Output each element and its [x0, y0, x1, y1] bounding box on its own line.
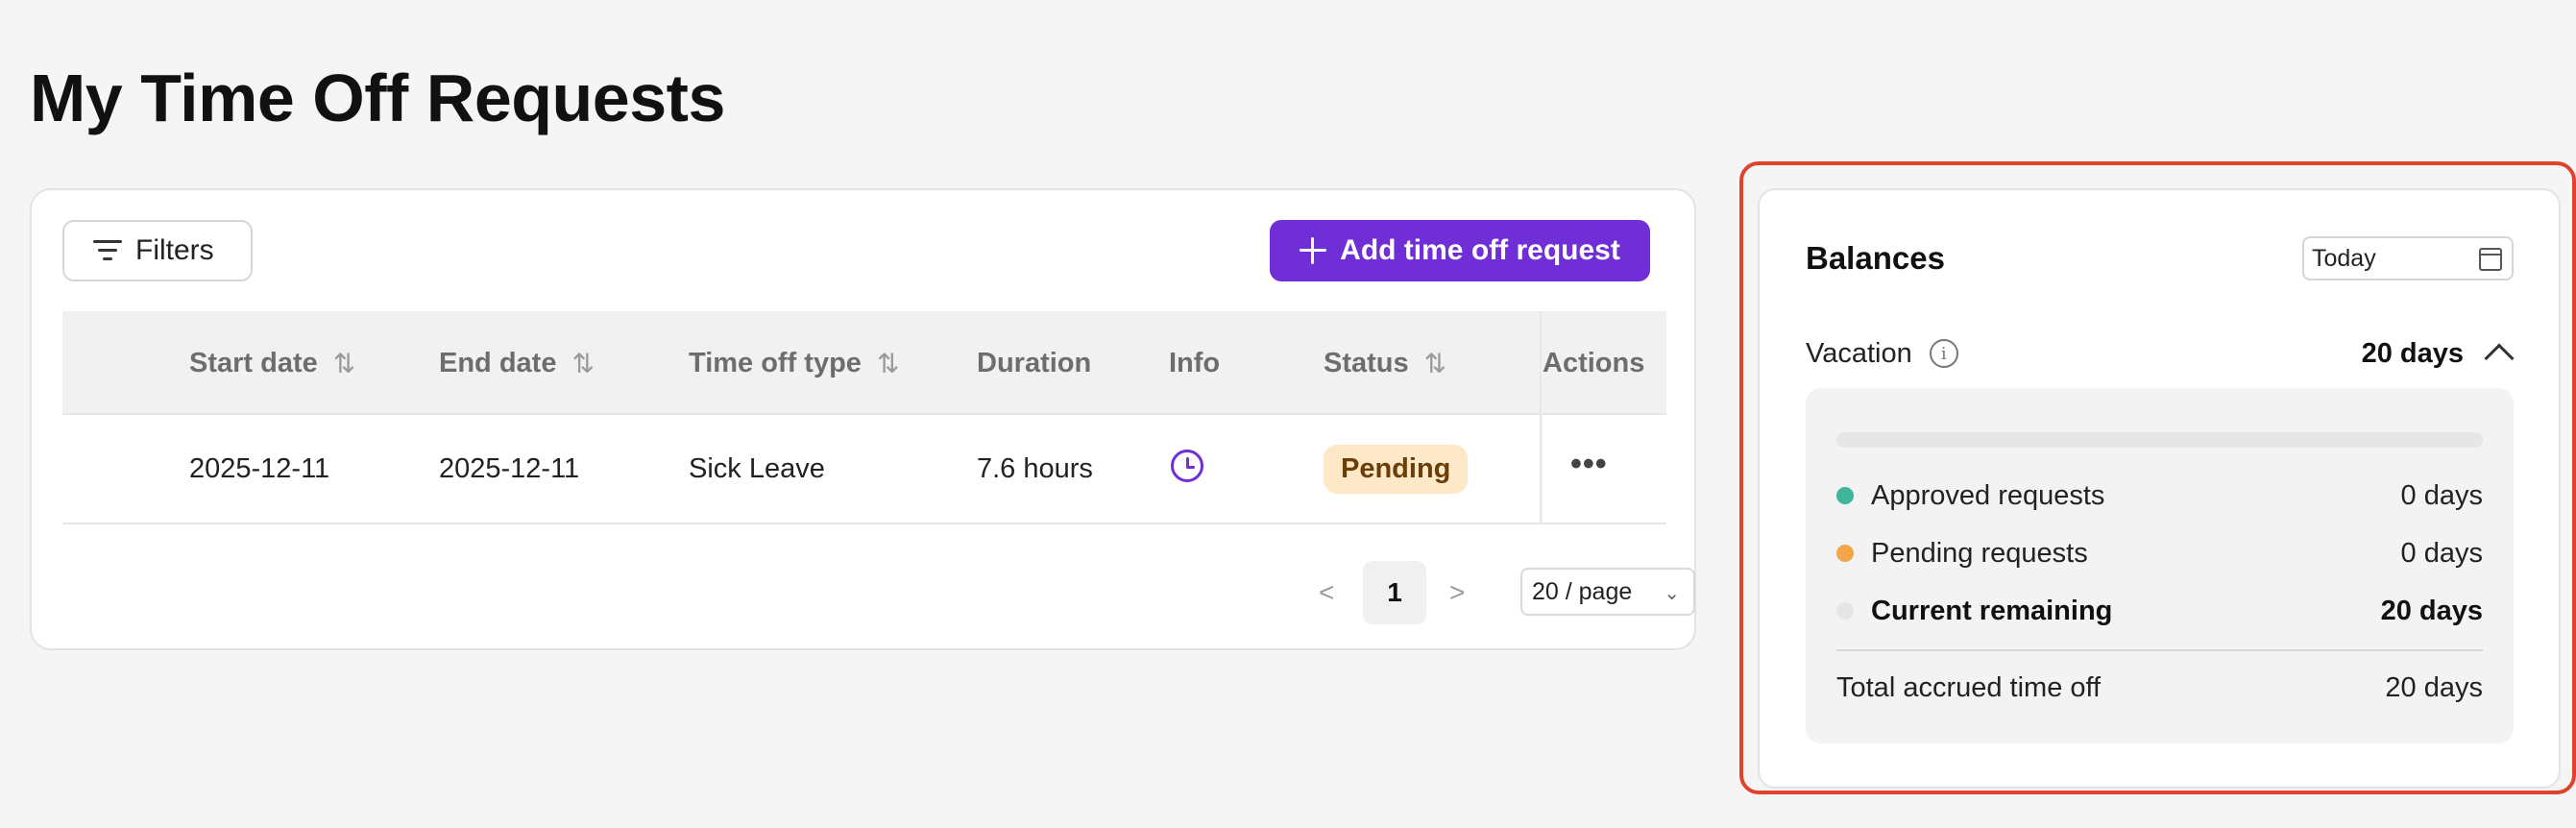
- cell-time-off-type: Sick Leave: [689, 452, 825, 484]
- page-title: My Time Off Requests: [30, 61, 725, 135]
- pending-requests-row: Pending requests 0 days: [1836, 534, 2483, 572]
- cell-status: Pending: [1324, 415, 1469, 523]
- column-info: Info: [1169, 347, 1221, 378]
- page-size-select[interactable]: 20 / page ⌄: [1520, 568, 1695, 616]
- actions-column-divider: [1540, 311, 1543, 524]
- calendar-icon: [2479, 248, 2502, 271]
- next-page-button[interactable]: >: [1449, 561, 1465, 624]
- vacation-progress-bar: [1836, 432, 2483, 448]
- more-icon[interactable]: •••: [1570, 446, 1608, 483]
- table-row[interactable]: 2025-12-11 2025-12-11 Sick Leave 7.6 hou…: [62, 415, 1666, 524]
- info-icon[interactable]: i: [1929, 339, 1958, 368]
- chevron-up-icon[interactable]: [2484, 343, 2515, 374]
- breakdown-divider: [1836, 649, 2483, 651]
- status-badge: Pending: [1324, 444, 1469, 494]
- vacation-breakdown: Approved requests 0 days Pending request…: [1806, 388, 2514, 743]
- column-start-date[interactable]: Start date ⇅: [189, 311, 356, 415]
- total-accrued-row: Total accrued time off 20 days: [1836, 671, 2483, 703]
- column-end-date[interactable]: End date ⇅: [439, 311, 595, 415]
- chevron-down-icon: ⌄: [1664, 583, 1680, 604]
- table-header: Start date ⇅ End date ⇅ Time off type ⇅ …: [62, 311, 1666, 415]
- add-time-off-request-button[interactable]: Add time off request: [1270, 220, 1650, 281]
- cell-start-date: 2025-12-11: [189, 452, 330, 484]
- cell-actions: •••: [1570, 415, 1608, 523]
- sort-icon[interactable]: ⇅: [1424, 348, 1447, 379]
- requests-table: Start date ⇅ End date ⇅ Time off type ⇅ …: [62, 311, 1666, 524]
- cell-end-date: 2025-12-11: [439, 452, 580, 484]
- current-remaining-row: Current remaining 20 days: [1836, 592, 2483, 630]
- vacation-label: Vacation: [1806, 337, 1912, 369]
- add-request-label: Add time off request: [1340, 234, 1620, 266]
- filter-icon: [93, 239, 122, 262]
- sort-icon[interactable]: ⇅: [333, 348, 356, 379]
- plus-icon: [1300, 237, 1327, 264]
- filters-button[interactable]: Filters: [62, 220, 253, 281]
- column-time-off-type[interactable]: Time off type ⇅: [689, 311, 900, 415]
- requests-card: Filters Add time off request Start date …: [30, 188, 1696, 650]
- column-actions: Actions: [1543, 347, 1645, 378]
- vacation-balance-header[interactable]: Vacation i 20 days: [1806, 334, 2515, 374]
- time-off-page: My Time Off Requests Filters Add time of…: [0, 0, 2576, 828]
- column-duration: Duration: [977, 347, 1092, 378]
- sort-icon[interactable]: ⇅: [571, 348, 595, 379]
- sort-icon[interactable]: ⇅: [877, 348, 900, 379]
- vacation-total: 20 days: [2361, 337, 2464, 369]
- cell-duration: 7.6 hours: [977, 452, 1093, 484]
- prev-page-button[interactable]: <: [1319, 561, 1334, 624]
- approved-requests-row: Approved requests 0 days: [1836, 476, 2483, 515]
- date-picker[interactable]: Today: [2302, 236, 2514, 280]
- column-status[interactable]: Status ⇅: [1324, 311, 1447, 415]
- filters-label: Filters: [135, 234, 214, 266]
- balances-card: Balances Today Vacation i 20 days Approv…: [1758, 188, 2561, 789]
- balances-title: Balances: [1806, 240, 1945, 276]
- approved-dot: [1836, 487, 1854, 504]
- pending-dot: [1836, 545, 1854, 562]
- clock-icon[interactable]: [1171, 450, 1203, 482]
- cell-info: [1171, 415, 1203, 523]
- date-picker-value: Today: [2312, 244, 2376, 272]
- page-number-current[interactable]: 1: [1363, 561, 1426, 624]
- remaining-dot: [1836, 602, 1854, 620]
